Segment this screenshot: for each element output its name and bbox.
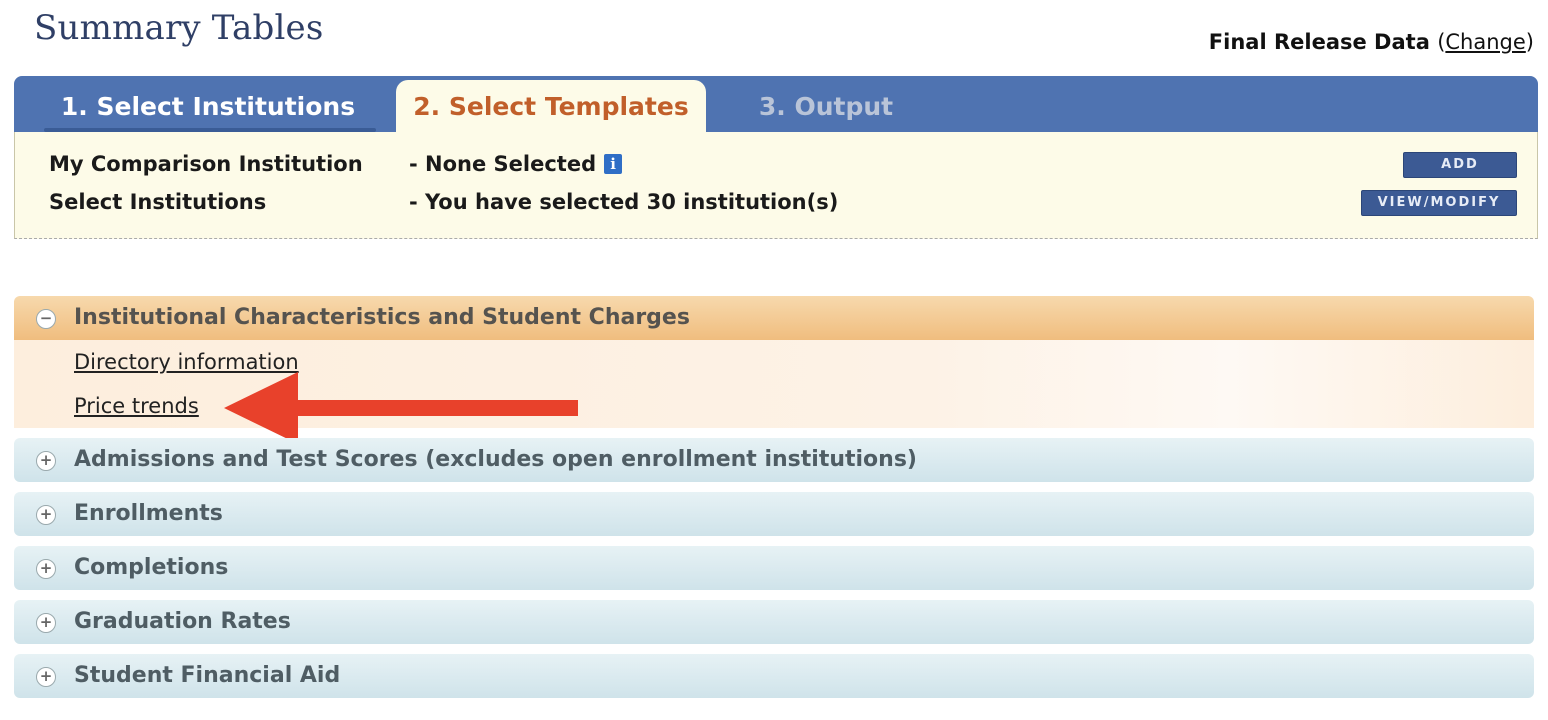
- change-link[interactable]: Change: [1445, 30, 1525, 54]
- select-institutions-label: Select Institutions: [49, 190, 267, 214]
- expand-plus-icon[interactable]: +: [36, 667, 56, 687]
- arrow-icon: [224, 372, 578, 444]
- section-title: Graduation Rates: [74, 609, 291, 634]
- section-title: Institutional Characteristics and Studen…: [74, 305, 690, 330]
- add-button[interactable]: ADD: [1403, 152, 1517, 178]
- section-title: Enrollments: [74, 501, 223, 526]
- section-title: Student Financial Aid: [74, 663, 341, 688]
- section-title: Admissions and Test Scores (excludes ope…: [74, 447, 917, 472]
- red-arrow-annotation: [224, 372, 578, 444]
- release-data-status: Final Release Data (Change): [1209, 30, 1534, 54]
- expand-plus-icon[interactable]: +: [36, 451, 56, 471]
- collapse-minus-icon[interactable]: −: [36, 309, 56, 329]
- view-modify-button[interactable]: VIEW/MODIFY: [1361, 190, 1517, 216]
- select-institutions-row: Select Institutions - You have selected 3…: [49, 190, 838, 214]
- section-completions[interactable]: + Completions: [14, 546, 1534, 590]
- tab-output[interactable]: 3. Output: [726, 80, 926, 132]
- section-graduation-rates[interactable]: + Graduation Rates: [14, 600, 1534, 644]
- info-icon[interactable]: i: [604, 154, 623, 174]
- comparison-institution-value: - None Selected: [409, 152, 597, 176]
- section-admissions[interactable]: + Admissions and Test Scores (excludes o…: [14, 438, 1534, 482]
- section-enrollments[interactable]: + Enrollments: [14, 492, 1534, 536]
- page-title: Summary Tables: [34, 8, 324, 48]
- selected-count-value: - You have selected 30 institution(s): [409, 190, 839, 214]
- tab-select-institutions[interactable]: 1. Select Institutions: [34, 80, 382, 132]
- comparison-institution-label: My Comparison Institution: [49, 152, 363, 176]
- institution-selection-panel: My Comparison Institution - None Selected…: [14, 132, 1538, 239]
- section-student-financial-aid[interactable]: + Student Financial Aid: [14, 654, 1534, 698]
- tab-select-templates[interactable]: 2. Select Templates: [396, 80, 706, 136]
- price-trends-link[interactable]: Price trends: [74, 394, 199, 418]
- expand-plus-icon[interactable]: +: [36, 505, 56, 525]
- section-institutional-characteristics[interactable]: − Institutional Characteristics and Stud…: [14, 296, 1534, 340]
- close-paren: ): [1525, 30, 1534, 54]
- expand-plus-icon[interactable]: +: [36, 613, 56, 633]
- comparison-institution-row: My Comparison Institution - None Selected…: [49, 152, 623, 176]
- section-title: Completions: [74, 555, 229, 580]
- step-tab-bar: 1. Select Institutions 2. Select Templat…: [14, 76, 1538, 136]
- expand-plus-icon[interactable]: +: [36, 559, 56, 579]
- release-label: Final Release Data: [1208, 30, 1430, 54]
- directory-information-link[interactable]: Directory information: [74, 350, 299, 374]
